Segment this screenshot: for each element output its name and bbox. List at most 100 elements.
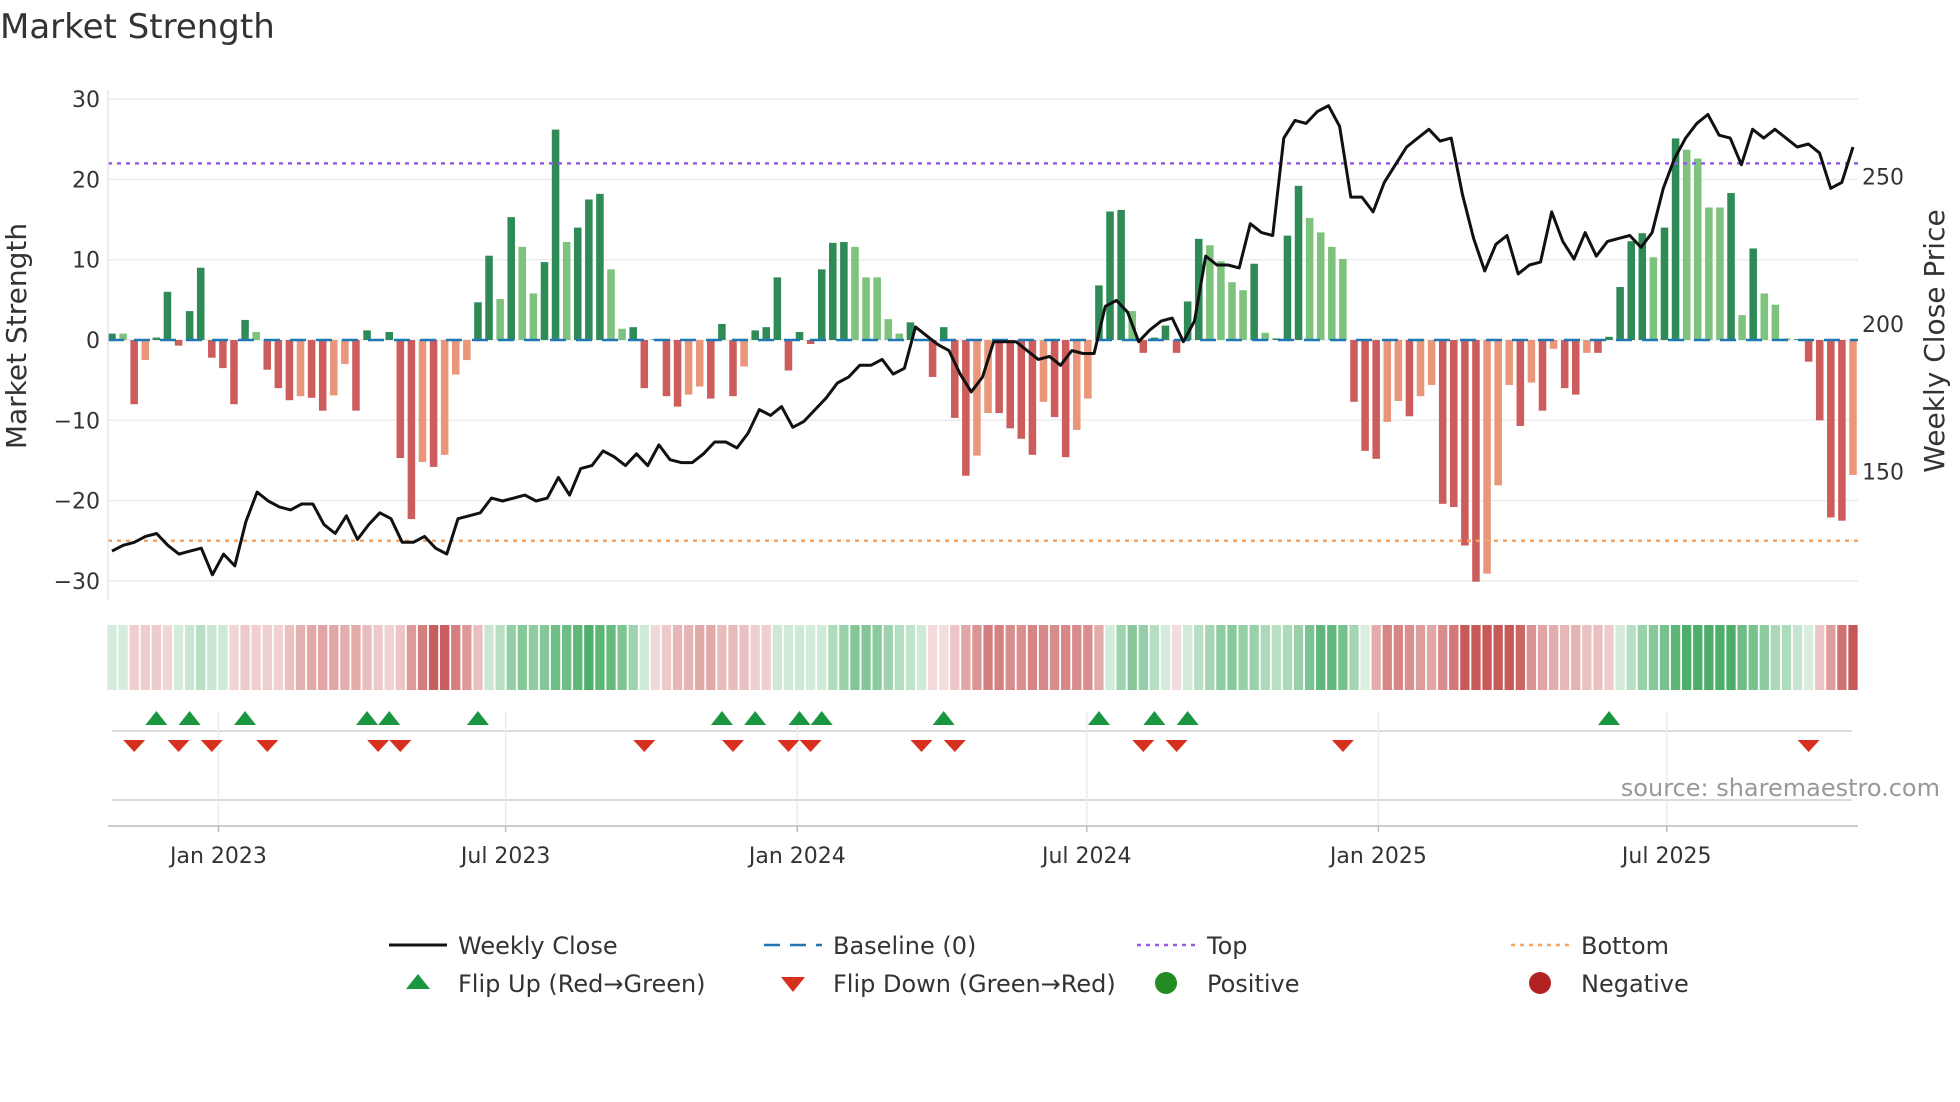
strength-bar xyxy=(1461,340,1469,546)
heat-strip-cell xyxy=(1404,625,1415,690)
heat-strip-cell xyxy=(584,625,594,690)
heat-strip-cell xyxy=(650,625,661,690)
heat-strip-cell xyxy=(1138,625,1148,690)
heat-strip-cell xyxy=(739,625,749,690)
heat-strip-cell xyxy=(772,625,783,690)
heat-strip-cell xyxy=(417,625,428,690)
heat-strip-cell xyxy=(1493,625,1503,690)
heat-strip-cell xyxy=(1149,625,1160,690)
strength-bar xyxy=(707,340,715,399)
strength-bar xyxy=(1583,340,1591,353)
flip-down-marker xyxy=(721,740,744,752)
heat-strip-cell xyxy=(961,625,971,690)
strength-bar xyxy=(629,327,637,340)
heat-strip-cell xyxy=(1682,625,1692,690)
heat-strip-cell xyxy=(1061,625,1071,690)
heat-strip-cell xyxy=(1316,625,1326,690)
flip-down-marker xyxy=(777,740,800,752)
y-tick-label: −20 xyxy=(54,490,100,515)
heat-strip-cell xyxy=(1249,625,1259,690)
heat-strip-cell xyxy=(1005,625,1015,690)
y2-tick-label: 200 xyxy=(1862,313,1904,338)
strength-bar xyxy=(573,227,582,340)
source-label: source: sharemaestro.com xyxy=(1621,774,1940,802)
legend-item-dot-bottom: Bottom xyxy=(1511,932,1669,960)
flip-up-marker xyxy=(178,711,201,725)
heat-strip-cell xyxy=(1504,625,1514,690)
strength-bar xyxy=(840,242,848,340)
heat-strip-cell xyxy=(440,625,450,690)
strength-bar xyxy=(1427,340,1436,385)
strength-bars xyxy=(108,129,1857,582)
strength-bar xyxy=(185,311,194,340)
strength-bar xyxy=(1305,217,1314,340)
strength-bar xyxy=(684,340,693,395)
heat-strip-cell xyxy=(1548,625,1559,690)
flip-down-marker xyxy=(167,740,190,752)
legend-label: Negative xyxy=(1581,970,1689,998)
heat-strip-cell xyxy=(805,625,816,690)
strength-bar xyxy=(230,340,238,405)
heat-strip-cell xyxy=(1837,625,1847,690)
heat-strip-cell xyxy=(1438,625,1448,690)
strength-bar xyxy=(673,340,682,407)
strength-bar xyxy=(585,199,593,340)
heat-strip-cell xyxy=(839,625,849,690)
strength-bar xyxy=(163,291,172,340)
strength-bar xyxy=(1682,149,1691,340)
heat-strip-cell xyxy=(1471,625,1481,690)
strength-bar xyxy=(640,340,649,389)
heat-strip-cell xyxy=(1826,625,1836,690)
strength-bar xyxy=(607,269,615,340)
heat-strip-cell xyxy=(894,625,904,690)
strength-bar xyxy=(1084,340,1092,399)
strength-bar xyxy=(740,340,748,367)
strength-bar xyxy=(1738,315,1746,340)
heat-strip-cell xyxy=(783,625,794,690)
heat-strip-cell xyxy=(695,625,705,690)
x-tick-label: Jul 2025 xyxy=(1620,844,1712,869)
strength-bar xyxy=(318,340,327,411)
x-tick-label: Jul 2023 xyxy=(459,844,551,869)
heat-strip-cell xyxy=(1637,625,1647,690)
strength-bar xyxy=(1172,340,1181,353)
strength-bar xyxy=(1560,340,1569,389)
heat-strip-cell xyxy=(861,625,871,690)
heat-strip-cell xyxy=(1748,625,1758,690)
strength-bar xyxy=(1749,248,1757,340)
legend-label: Positive xyxy=(1207,970,1300,998)
heat-strip-cell xyxy=(1049,625,1060,690)
y-tick-label: 20 xyxy=(72,168,100,193)
strength-bar xyxy=(363,330,371,340)
legend-label: Top xyxy=(1206,932,1248,960)
strength-bar xyxy=(1505,340,1514,385)
heat-strip-cell xyxy=(428,625,439,690)
strength-bar xyxy=(695,340,704,387)
strength-bar xyxy=(463,340,471,361)
legend-label: Bottom xyxy=(1581,932,1669,960)
strength-bar xyxy=(1849,340,1857,475)
heat-strip-cell xyxy=(1670,625,1681,690)
strength-bar xyxy=(562,242,571,340)
strength-bar xyxy=(1339,258,1347,340)
strength-bar xyxy=(1516,340,1525,426)
legend-label: Flip Up (Red→Green) xyxy=(458,970,706,998)
strength-bar xyxy=(1450,340,1458,508)
flip-up-marker xyxy=(378,711,401,725)
strength-bar xyxy=(1405,340,1414,417)
strength-bar xyxy=(662,340,671,397)
y2-tick-label: 150 xyxy=(1862,461,1904,486)
heat-strip-cell xyxy=(1116,625,1126,690)
strength-bar xyxy=(718,323,726,340)
y-tick-label: 10 xyxy=(72,249,100,274)
flip-up-marker xyxy=(145,711,168,725)
strength-bar xyxy=(995,340,1003,414)
strength-bar xyxy=(762,327,771,340)
heat-strip-cell xyxy=(1726,625,1736,690)
strength-bar xyxy=(862,277,870,340)
heat-strip-cell xyxy=(994,625,1004,690)
heat-strip-cell xyxy=(1426,625,1437,690)
heat-strip-cell xyxy=(229,625,239,690)
heat-strip-cell xyxy=(550,625,561,690)
flip-up-marker xyxy=(466,711,489,725)
